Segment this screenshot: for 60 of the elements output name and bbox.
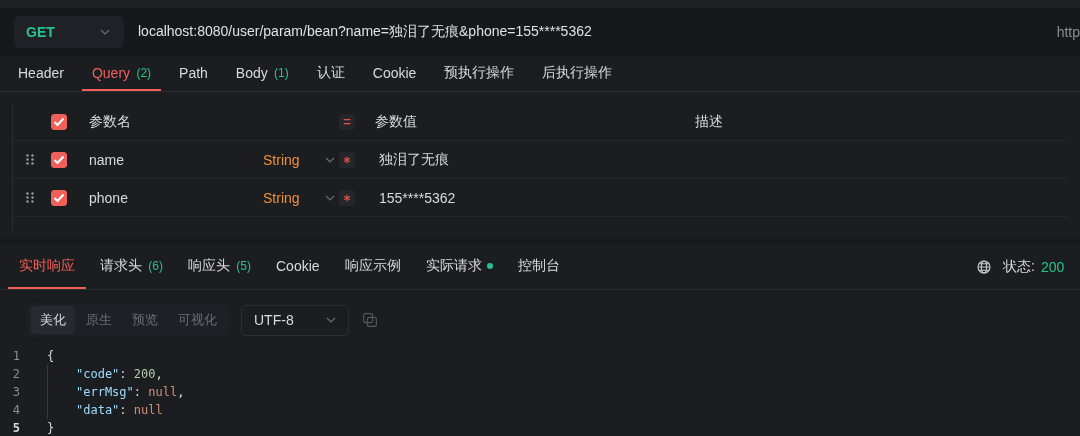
encoding-select[interactable]: UTF-8	[241, 304, 349, 336]
chevron-down-icon	[325, 156, 335, 163]
status-code: 200	[1041, 259, 1066, 275]
tab[interactable]: 请求头 (6)	[89, 245, 174, 289]
chevron-down-icon	[325, 194, 335, 201]
checkbox[interactable]	[51, 189, 67, 206]
line-number: 3	[11, 385, 21, 399]
check-icon	[53, 154, 65, 165]
table-cell-text: 155****5362	[378, 189, 457, 206]
equals-button[interactable]: =	[339, 114, 355, 130]
tab[interactable]: Query (2)	[81, 56, 162, 91]
tab[interactable]: Body (1)	[225, 56, 299, 91]
tab[interactable]: Cookie	[265, 245, 331, 289]
view-mode-tab[interactable]: 美化	[31, 306, 75, 334]
chevron-down-icon	[326, 317, 336, 323]
column-header: 参数值	[374, 113, 418, 131]
drag-handle-icon	[26, 192, 34, 203]
tab[interactable]: 响应示例	[333, 245, 412, 289]
table-cell-text: 独泪了无痕	[378, 150, 450, 169]
code-line: "data": null	[47, 401, 163, 419]
tab[interactable]: 实际请求	[414, 245, 504, 289]
asterisk-icon	[343, 155, 351, 164]
table-cell-text: phone	[88, 189, 129, 206]
required-toggle[interactable]	[339, 151, 355, 168]
checkbox[interactable]	[51, 151, 67, 168]
tab[interactable]: Cookie	[362, 56, 427, 91]
status-label: 状态:	[1003, 258, 1035, 276]
tab[interactable]: Header	[8, 56, 74, 91]
drag-handle-icon	[26, 154, 34, 165]
tab[interactable]: 控制台	[506, 245, 571, 289]
tab[interactable]: 预执行操作	[434, 56, 525, 91]
line-number: 2	[11, 367, 21, 381]
check-icon	[53, 117, 65, 127]
column-header: 描述	[695, 113, 724, 131]
tab[interactable]: 实时响应	[8, 245, 86, 289]
method-select[interactable]: GET	[14, 16, 124, 48]
line-number: 1	[11, 349, 21, 363]
code-line: {	[47, 348, 55, 365]
copy-icon	[363, 313, 377, 327]
tab[interactable]: Path	[169, 56, 218, 91]
type-select[interactable]: String	[263, 151, 300, 168]
tab[interactable]: 认证	[306, 56, 355, 91]
url-field[interactable]: localhost:8080/user/param/bean?name=独泪了无痕&phone=155****5362	[138, 23, 592, 41]
code-line: "code": 200,	[47, 365, 163, 383]
code-line: "errMsg": null,	[47, 383, 185, 401]
url-hint: http	[1056, 24, 1080, 40]
globe-icon	[977, 260, 992, 274]
check-icon	[53, 192, 65, 203]
line-number: 4	[11, 403, 21, 417]
column-header: 参数名	[88, 113, 132, 131]
chevron-down-icon	[100, 29, 110, 35]
checkbox[interactable]	[51, 114, 67, 130]
tab[interactable]: 响应头 (5)	[177, 245, 262, 289]
tab[interactable]: 后执行操作	[532, 56, 623, 91]
code-line: }	[47, 420, 55, 436]
table-cell-text: name	[88, 151, 126, 168]
type-select[interactable]: String	[263, 189, 300, 206]
required-toggle[interactable]	[339, 189, 355, 206]
asterisk-icon	[343, 193, 351, 202]
line-number: 5	[11, 421, 21, 435]
